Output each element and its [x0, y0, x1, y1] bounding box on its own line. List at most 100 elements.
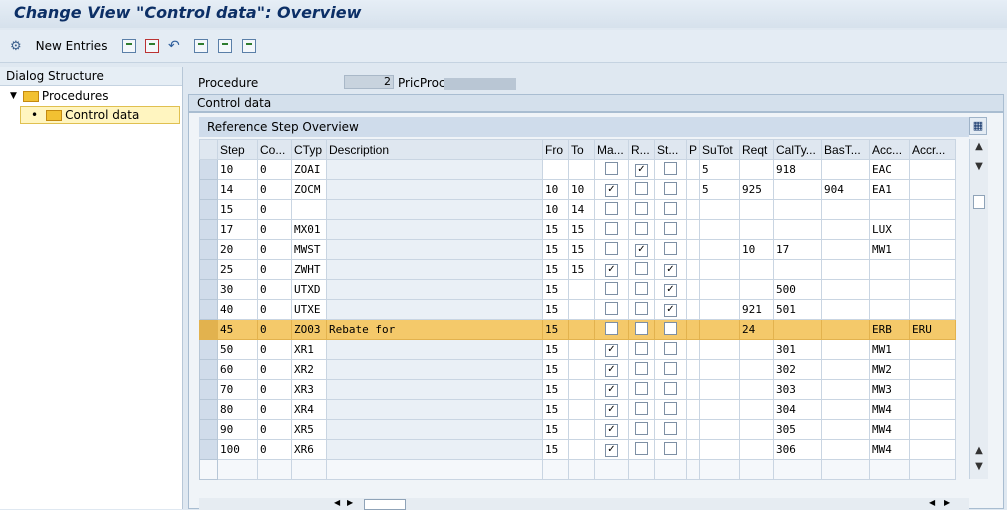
checkbox[interactable]: [635, 301, 648, 315]
cell-co[interactable]: 0: [257, 219, 292, 240]
cell-p[interactable]: [685, 319, 701, 340]
cell-fro[interactable]: 15: [542, 439, 569, 460]
cell-r[interactable]: [628, 299, 655, 320]
cell-accr[interactable]: [909, 159, 957, 180]
table-row[interactable]: 60 0 XR2 15 ✓ 302 MW2: [199, 359, 957, 380]
cell-bast[interactable]: [821, 379, 871, 400]
column-header[interactable]: Accr...: [909, 139, 957, 160]
cell-r[interactable]: [628, 199, 655, 220]
row-selector[interactable]: [199, 199, 218, 220]
table-row[interactable]: 30 0 UTXD 15 ✓ 500: [199, 279, 957, 300]
cell-p[interactable]: [685, 419, 701, 440]
row-selector[interactable]: [199, 239, 218, 260]
cell-reqt[interactable]: [739, 359, 775, 380]
cell-accr[interactable]: [909, 419, 957, 440]
cell-ma[interactable]: [594, 239, 629, 260]
cell-bast[interactable]: [821, 159, 871, 180]
cell-accr[interactable]: [909, 379, 957, 400]
cell-accr[interactable]: [909, 339, 957, 360]
cell-calty[interactable]: 301: [773, 339, 823, 360]
cell-co[interactable]: 0: [257, 259, 292, 280]
row-selector[interactable]: [199, 299, 218, 320]
scroll-down-icon[interactable]: ▼: [972, 161, 986, 175]
cell-reqt[interactable]: [739, 379, 775, 400]
row-selector[interactable]: [199, 419, 218, 440]
cell-calty[interactable]: 306: [773, 439, 823, 460]
cell-r[interactable]: ✓: [628, 239, 655, 260]
cell-bast[interactable]: [821, 359, 871, 380]
cell-ma[interactable]: [594, 219, 629, 240]
cell-ma[interactable]: [594, 159, 629, 180]
cell-acc[interactable]: MW3: [869, 379, 911, 400]
cell-p[interactable]: [685, 399, 701, 420]
cell-st[interactable]: [654, 319, 687, 340]
cell-sutot[interactable]: [699, 359, 741, 380]
cell-ma[interactable]: ✓: [594, 179, 629, 200]
cell-to[interactable]: 14: [568, 199, 595, 220]
scroll-left-end-icon[interactable]: ◀: [929, 498, 935, 507]
table-row[interactable]: 15 0 10 14: [199, 199, 957, 220]
scroll-thumb[interactable]: [973, 195, 985, 209]
checkbox[interactable]: [605, 301, 618, 315]
cell-calty[interactable]: [773, 219, 823, 240]
cell-co[interactable]: 0: [257, 279, 292, 300]
cell-co[interactable]: 0: [257, 239, 292, 260]
cell-acc[interactable]: [869, 279, 911, 300]
column-header[interactable]: St...: [654, 139, 687, 160]
cell-sutot[interactable]: [699, 339, 741, 360]
table-row[interactable]: 25 0 ZWHT 15 15 ✓ ✓: [199, 259, 957, 280]
vertical-scrollbar[interactable]: ▲ ▼ ▲ ▼: [969, 139, 988, 479]
checkbox-checked[interactable]: ✓: [664, 264, 677, 277]
cell-accr[interactable]: [909, 299, 957, 320]
cell-calty[interactable]: 501: [773, 299, 823, 320]
row-selector[interactable]: [199, 219, 218, 240]
checkbox-checked[interactable]: ✓: [605, 384, 618, 397]
cell-acc[interactable]: LUX: [869, 219, 911, 240]
cell-fro[interactable]: 15: [542, 259, 569, 280]
checkbox[interactable]: [635, 261, 648, 275]
cell-p[interactable]: [685, 179, 701, 200]
cell-sutot[interactable]: [699, 379, 741, 400]
cell-bast[interactable]: [821, 399, 871, 420]
cell-co[interactable]: 0: [257, 159, 292, 180]
cell-calty[interactable]: 304: [773, 399, 823, 420]
checkbox[interactable]: [664, 441, 677, 455]
cell-co[interactable]: 0: [257, 379, 292, 400]
cell-step[interactable]: 25: [217, 259, 258, 280]
select-all-button[interactable]: [194, 37, 208, 55]
checkbox[interactable]: [635, 341, 648, 355]
cell-desc[interactable]: [326, 399, 543, 420]
cell-step[interactable]: 70: [217, 379, 258, 400]
procedure-field[interactable]: 2: [344, 75, 394, 89]
checkbox[interactable]: [605, 321, 618, 335]
cell-desc[interactable]: [326, 279, 543, 300]
cell-ctyp[interactable]: ZWHT: [291, 259, 327, 280]
cell-reqt[interactable]: [739, 339, 775, 360]
select-all-cell[interactable]: [199, 139, 218, 160]
cell-ma[interactable]: ✓: [594, 399, 629, 420]
cell-calty[interactable]: 303: [773, 379, 823, 400]
cell-ctyp[interactable]: XR6: [291, 439, 327, 460]
checkbox[interactable]: [664, 241, 677, 255]
cell-bast[interactable]: [821, 199, 871, 220]
checkbox-checked[interactable]: ✓: [605, 184, 618, 197]
row-selector[interactable]: [199, 439, 218, 460]
cell-r[interactable]: [628, 319, 655, 340]
row-selector[interactable]: [199, 179, 218, 200]
cell-sutot[interactable]: [699, 439, 741, 460]
cell-ctyp[interactable]: XR5: [291, 419, 327, 440]
cell-step[interactable]: 100: [217, 439, 258, 460]
checkbox-checked[interactable]: ✓: [605, 404, 618, 417]
cell-reqt[interactable]: [739, 199, 775, 220]
cell-ctyp[interactable]: UTXE: [291, 299, 327, 320]
checkbox[interactable]: [664, 321, 677, 335]
cell-bast[interactable]: 904: [821, 179, 871, 200]
cell-fro[interactable]: 15: [542, 379, 569, 400]
table-row[interactable]: 80 0 XR4 15 ✓ 304 MW4: [199, 399, 957, 420]
cell-calty[interactable]: [773, 199, 823, 220]
cell-to[interactable]: 15: [568, 259, 595, 280]
cell-bast[interactable]: [821, 279, 871, 300]
cell-st[interactable]: [654, 239, 687, 260]
checkbox[interactable]: [635, 441, 648, 455]
cell-st[interactable]: ✓: [654, 299, 687, 320]
